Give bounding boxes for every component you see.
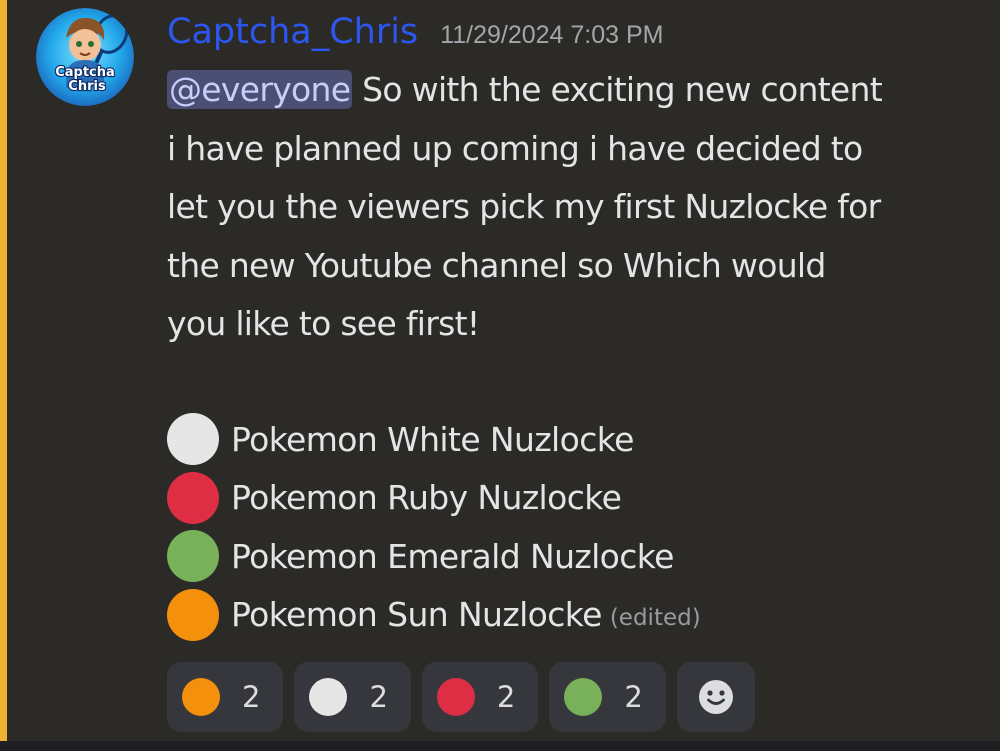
- reaction-count: 2: [369, 680, 388, 714]
- white-circle-icon: [309, 678, 348, 716]
- svg-text:Captcha: Captcha: [55, 65, 115, 80]
- message-header: Captcha_Chris 11/29/2024 7:03 PM: [167, 12, 664, 56]
- option-ruby: Pokemon Ruby Nuzlocke: [167, 469, 701, 528]
- option-emerald: Pokemon Emerald Nuzlocke: [167, 527, 701, 586]
- message-timestamp[interactable]: 11/29/2024 7:03 PM: [440, 21, 663, 50]
- option-sun: Pokemon Sun Nuzlocke (edited): [167, 586, 701, 645]
- reaction-orange-circle[interactable]: 2: [167, 662, 284, 732]
- orange-circle-icon: [182, 678, 220, 716]
- message-line: @everyone So with the exciting new conte…: [167, 70, 883, 109]
- reactions-bar: 2 2 2 2: [167, 662, 755, 732]
- orange-circle-icon: [167, 588, 219, 641]
- red-circle-icon: [436, 678, 475, 716]
- reaction-red-circle[interactable]: 2: [421, 662, 539, 732]
- option-label: Pokemon White Nuzlocke: [231, 419, 634, 459]
- message-line: you like to see first!: [167, 304, 480, 343]
- smiley-icon: [698, 680, 733, 714]
- message-line: i have planned up coming i have decided …: [167, 128, 863, 168]
- mention-highlight-bar: [0, 0, 7, 741]
- reaction-count: 2: [624, 680, 643, 714]
- message-content: @everyone So with the exciting new conte…: [167, 61, 992, 354]
- option-white: Pokemon White Nuzlocke: [167, 410, 701, 469]
- poll-options: Pokemon White Nuzlocke Pokemon Ruby Nuzl…: [167, 410, 701, 644]
- option-label: Pokemon Emerald Nuzlocke: [231, 536, 674, 576]
- green-circle-icon: [167, 530, 219, 583]
- reaction-green-circle[interactable]: 2: [549, 662, 666, 732]
- avatar-image: Captcha Chris: [36, 8, 134, 106]
- option-label: Pokemon Sun Nuzlocke: [231, 595, 602, 635]
- message-line: the new Youtube channel so Which would: [167, 245, 826, 285]
- green-circle-icon: [564, 678, 603, 716]
- author-username[interactable]: Captcha_Chris: [167, 12, 418, 52]
- avatar[interactable]: Captcha Chris: [36, 8, 134, 106]
- red-circle-icon: [167, 471, 219, 524]
- reaction-count: 2: [242, 680, 261, 714]
- white-circle-icon: [167, 413, 219, 466]
- option-label: Pokemon Ruby Nuzlocke: [231, 478, 622, 518]
- reaction-count: 2: [496, 680, 516, 714]
- message-line: let you the viewers pick my first Nuzloc…: [167, 187, 881, 226]
- add-reaction-button[interactable]: [676, 662, 755, 732]
- bottom-strip: [0, 741, 1000, 751]
- svg-text:Chris: Chris: [68, 79, 106, 94]
- everyone-mention[interactable]: @everyone: [167, 70, 353, 109]
- edited-label: (edited): [609, 604, 701, 631]
- reaction-white-circle[interactable]: 2: [294, 662, 411, 732]
